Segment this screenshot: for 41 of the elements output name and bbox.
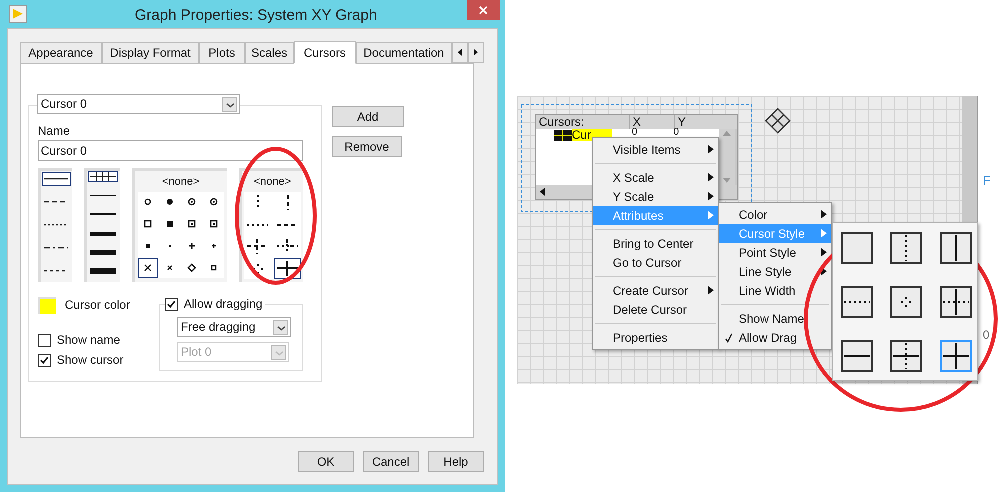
window-title: Graph Properties: System XY Graph <box>135 6 378 26</box>
show-cursor-label: Show cursor <box>57 352 124 369</box>
allow-dragging-label: Allow dragging <box>184 296 263 313</box>
dialog-button[interactable]: OK <box>298 451 354 472</box>
dialog-button[interactable]: Cancel <box>363 451 419 472</box>
show-name-label: Show name <box>57 332 120 349</box>
menu-item[interactable]: Line Width <box>719 281 831 300</box>
remove-button[interactable]: Remove <box>332 136 402 157</box>
cursor-dropdown[interactable]: Cursor 0 <box>37 94 240 114</box>
tab[interactable]: Appearance <box>20 42 102 63</box>
table-cell: 0 <box>632 129 638 137</box>
menu-item[interactable]: Point Style <box>719 243 831 262</box>
menu-item[interactable]: Go to Cursor <box>593 253 718 272</box>
panel-text: F <box>983 172 992 190</box>
dialog-button[interactable]: Help <box>428 451 484 472</box>
panel-text: 0 <box>983 326 991 344</box>
tab[interactable]: Display Format <box>102 42 199 63</box>
add-button[interactable]: Add <box>332 106 404 127</box>
none-option[interactable]: <none> <box>162 174 200 192</box>
menu-item[interactable]: Properties <box>593 328 718 347</box>
menu-item[interactable]: Line Style <box>719 262 831 281</box>
tab[interactable]: Documentation <box>356 42 452 63</box>
menu-item[interactable]: Color <box>719 205 831 224</box>
menu-item[interactable]: Delete Cursor <box>593 300 718 319</box>
menu-item[interactable]: X Scale <box>593 168 718 187</box>
menu-item[interactable]: Allow Drag <box>719 328 831 347</box>
none-option[interactable]: <none> <box>254 174 292 192</box>
name-label: Name <box>38 123 72 138</box>
menu-item[interactable]: Show Name <box>719 309 831 328</box>
name-field[interactable]: Cursor 0 <box>38 140 303 161</box>
dragging-mode-dropdown[interactable]: Free dragging <box>177 317 291 337</box>
tab[interactable]: Cursors <box>294 41 356 64</box>
menu-item[interactable]: Y Scale <box>593 187 718 206</box>
menu-item[interactable]: Bring to Center <box>593 234 718 253</box>
column-header: Y <box>678 115 688 129</box>
tab[interactable]: Scales <box>245 42 294 63</box>
tab[interactable]: Plots <box>199 42 245 63</box>
table-cell: 0 <box>674 129 680 137</box>
cursor-color-label: Cursor color <box>65 297 130 314</box>
menu-item[interactable]: Create Cursor <box>593 281 718 300</box>
menu-item[interactable]: Visible Items <box>593 140 718 159</box>
